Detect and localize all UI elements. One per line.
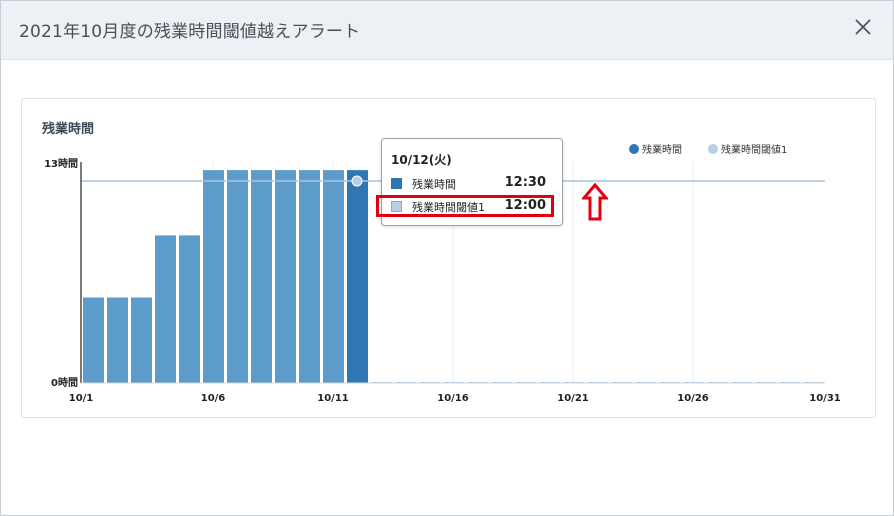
x-tick-label: 10/21	[557, 393, 589, 404]
y-tick-label: 13時間	[44, 157, 78, 170]
bar	[299, 170, 320, 383]
legend-dot	[708, 144, 718, 154]
legend-dot	[629, 144, 639, 154]
bar	[107, 297, 128, 383]
overtime-swatch-icon	[391, 178, 402, 189]
x-tick-label: 10/31	[809, 393, 841, 404]
tooltip-value: 12:30	[504, 175, 546, 190]
tooltip-date: 10/12(火)	[391, 153, 452, 167]
legend-label: 残業時間	[642, 143, 682, 156]
overtime-chart: 13時間 0時間 10/1 10/6 10/11 10/16 10/21 10/26 10/31…	[44, 143, 841, 404]
bar	[275, 170, 296, 383]
legend-label: 残業時間閾値1	[721, 143, 787, 156]
bar	[83, 297, 104, 383]
annotation-highlight-box	[376, 195, 554, 217]
threshold-point	[351, 175, 363, 187]
bar	[203, 170, 224, 383]
x-tick-label: 10/6	[201, 393, 226, 404]
bar	[155, 235, 176, 383]
x-tick-label: 10/11	[317, 393, 349, 404]
bar	[251, 170, 272, 383]
annotation-up-arrow-icon	[582, 183, 608, 221]
bar	[179, 235, 200, 383]
tooltip-row-overtime: 残業時間 12:30	[391, 175, 555, 192]
x-tick-label: 10/16	[437, 393, 469, 404]
bar	[323, 170, 344, 383]
x-tick-label: 10/1	[69, 393, 94, 404]
bar	[131, 297, 152, 383]
y-tick-label: 0時間	[51, 376, 78, 389]
x-tick-label: 10/26	[677, 393, 709, 404]
bar	[347, 170, 368, 383]
tooltip-label: 残業時間	[412, 178, 456, 191]
bar	[227, 170, 248, 383]
